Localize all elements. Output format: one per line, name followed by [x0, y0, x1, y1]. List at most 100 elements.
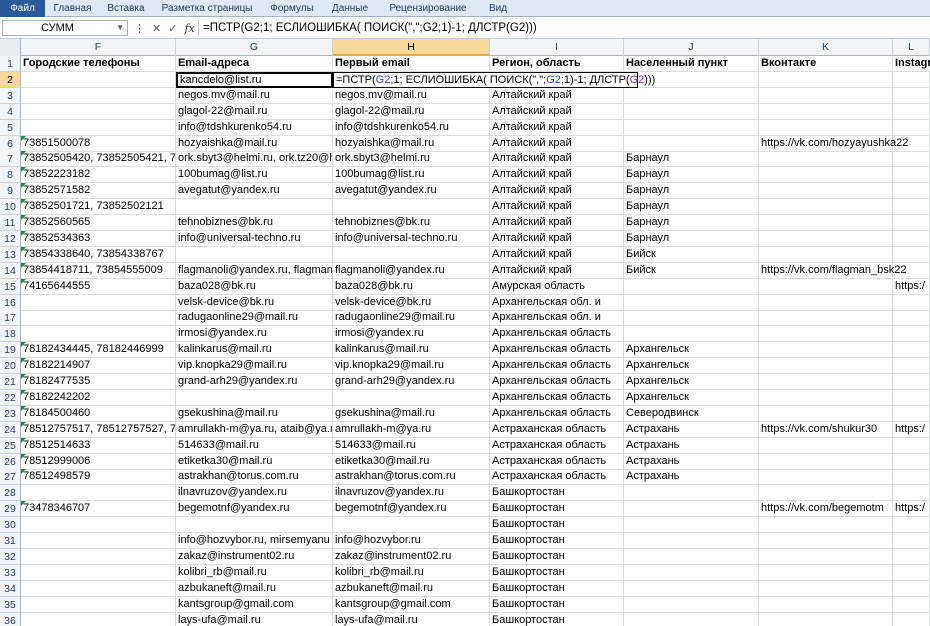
row-header[interactable]: 32: [0, 548, 21, 565]
cell-l16[interactable]: [893, 294, 930, 311]
row-header[interactable]: 20: [0, 358, 21, 375]
row-header[interactable]: 23: [0, 405, 21, 422]
cell-g34[interactable]: azbukaneft@mail.ru: [176, 580, 333, 597]
tab-home[interactable]: Главная: [45, 0, 100, 17]
row-header[interactable]: 36: [0, 612, 21, 626]
cell-f14[interactable]: 73854418711, 73854555009: [21, 262, 176, 279]
cell-l19[interactable]: [893, 342, 930, 359]
cell-j9[interactable]: Барнаул: [624, 183, 759, 200]
cell-g35[interactable]: kantsgroup@gmail.com: [176, 596, 333, 613]
cell-g36[interactable]: lays-ufa@mail.ru: [176, 612, 333, 626]
cell-i6[interactable]: Алтайский край: [490, 135, 624, 152]
cell-f6[interactable]: 73851500078: [21, 135, 176, 152]
cell-j15[interactable]: [624, 278, 759, 295]
cell-g4[interactable]: glagol-22@mail.ru: [176, 103, 333, 120]
cell-i28[interactable]: Башкортостан: [490, 485, 624, 502]
cell-f9[interactable]: 73852571582: [21, 183, 176, 200]
column-header-k[interactable]: K: [759, 39, 893, 56]
cell-i30[interactable]: Башкортостан: [490, 517, 624, 534]
tab-data[interactable]: Данные: [322, 0, 378, 17]
cell-l22[interactable]: [893, 389, 930, 406]
cell-h2[interactable]: =ПСТР(G2;1; ЕСЛИОШИБКА( ПОИСК(",";G2;1)-…: [333, 71, 655, 88]
cell-l28[interactable]: [893, 485, 930, 502]
cell-k21[interactable]: [759, 374, 893, 390]
cell-g12[interactable]: info@universal-techno.ru: [176, 230, 333, 247]
cell-k19[interactable]: [759, 342, 893, 359]
column-header-g[interactable]: G: [176, 39, 333, 56]
cell-k1[interactable]: Вконтакте: [759, 56, 893, 72]
cell-l8[interactable]: [893, 167, 930, 184]
cell-i8[interactable]: Алтайский край: [490, 167, 624, 184]
cell-g22[interactable]: [176, 389, 333, 406]
cell-j7[interactable]: Барнаул: [624, 151, 759, 168]
cell-g30[interactable]: [176, 517, 333, 534]
insert-function-icon[interactable]: fx: [184, 22, 194, 35]
cell-g11[interactable]: tehnobiznes@bk.ru: [176, 215, 333, 231]
cell-k2[interactable]: [759, 71, 893, 88]
cell-f28[interactable]: [21, 485, 176, 502]
cell-k17[interactable]: [759, 310, 893, 327]
cell-f12[interactable]: 73852534363: [21, 230, 176, 247]
cell-i29[interactable]: Башкортостан: [490, 501, 624, 518]
cell-f11[interactable]: 73852560565: [21, 215, 176, 231]
cell-h7[interactable]: ork.sbyt3@helmi.ru: [333, 151, 490, 168]
cell-k30[interactable]: [759, 517, 893, 534]
cell-g24[interactable]: amrullakh-m@ya.ru, ataib@ya.ru: [176, 421, 333, 438]
cell-l35[interactable]: [893, 596, 930, 613]
cell-g29[interactable]: begemotnf@yandex.ru: [176, 501, 333, 518]
cell-l12[interactable]: [893, 230, 930, 247]
tab-review[interactable]: Рецензирование: [378, 0, 478, 17]
cell-g14[interactable]: flagmanoli@yandex.ru, flagman: [176, 262, 333, 279]
row-header[interactable]: 7: [0, 151, 21, 168]
cell-h10[interactable]: [333, 199, 490, 216]
cell-g27[interactable]: astrakhan@torus.com.ru: [176, 469, 333, 486]
cell-l17[interactable]: [893, 310, 930, 327]
cell-l10[interactable]: [893, 199, 930, 216]
cell-f4[interactable]: [21, 103, 176, 120]
row-header[interactable]: 35: [0, 596, 21, 613]
enter-icon[interactable]: ✓: [168, 22, 177, 35]
cell-g23[interactable]: gsekushina@mail.ru: [176, 405, 333, 422]
cell-i26[interactable]: Астраханская область: [490, 453, 624, 470]
cell-f33[interactable]: [21, 564, 176, 581]
cell-k9[interactable]: [759, 183, 893, 200]
row-header[interactable]: 27: [0, 469, 21, 486]
cell-j36[interactable]: [624, 612, 759, 626]
cell-f23[interactable]: 78184500460: [21, 405, 176, 422]
row-header[interactable]: 4: [0, 103, 21, 120]
cell-l3[interactable]: [893, 87, 930, 104]
cell-h22[interactable]: [333, 389, 490, 406]
cell-h31[interactable]: info@hozvybor.ru: [333, 533, 490, 549]
row-header[interactable]: 15: [0, 278, 21, 295]
cell-i14[interactable]: Алтайский край: [490, 262, 624, 279]
cell-g8[interactable]: 100bumag@list.ru: [176, 167, 333, 184]
cell-k18[interactable]: [759, 326, 893, 343]
cell-h29[interactable]: begemotnf@yandex.ru: [333, 501, 490, 518]
cell-i15[interactable]: Амурская область: [490, 278, 624, 295]
cell-k31[interactable]: [759, 533, 893, 549]
cell-f30[interactable]: [21, 517, 176, 534]
cell-f17[interactable]: [21, 310, 176, 327]
cell-i35[interactable]: Башкортостан: [490, 596, 624, 613]
cell-j25[interactable]: Астрахань: [624, 437, 759, 454]
cell-f27[interactable]: 78512498579: [21, 469, 176, 486]
row-header[interactable]: 19: [0, 342, 21, 359]
cell-i9[interactable]: Алтайский край: [490, 183, 624, 200]
cell-h8[interactable]: 100bumag@list.ru: [333, 167, 490, 184]
row-header[interactable]: 22: [0, 389, 21, 406]
cell-l27[interactable]: [893, 469, 930, 486]
cell-i21[interactable]: Архангельская область: [490, 374, 624, 390]
tab-view[interactable]: Вид: [478, 0, 518, 17]
cell-j1[interactable]: Населенный пункт: [624, 56, 759, 72]
cell-l23[interactable]: [893, 405, 930, 422]
cell-f19[interactable]: 78182434445, 78182446999: [21, 342, 176, 359]
cell-j22[interactable]: Архангельск: [624, 389, 759, 406]
cell-i31[interactable]: Башкортостан: [490, 533, 624, 549]
cell-f31[interactable]: [21, 533, 176, 549]
cell-j33[interactable]: [624, 564, 759, 581]
cell-l18[interactable]: [893, 326, 930, 343]
cell-j23[interactable]: Северодвинск: [624, 405, 759, 422]
row-header[interactable]: 3: [0, 87, 21, 104]
cell-g18[interactable]: irmosi@yandex.ru: [176, 326, 333, 343]
column-header-h[interactable]: H: [333, 39, 490, 56]
